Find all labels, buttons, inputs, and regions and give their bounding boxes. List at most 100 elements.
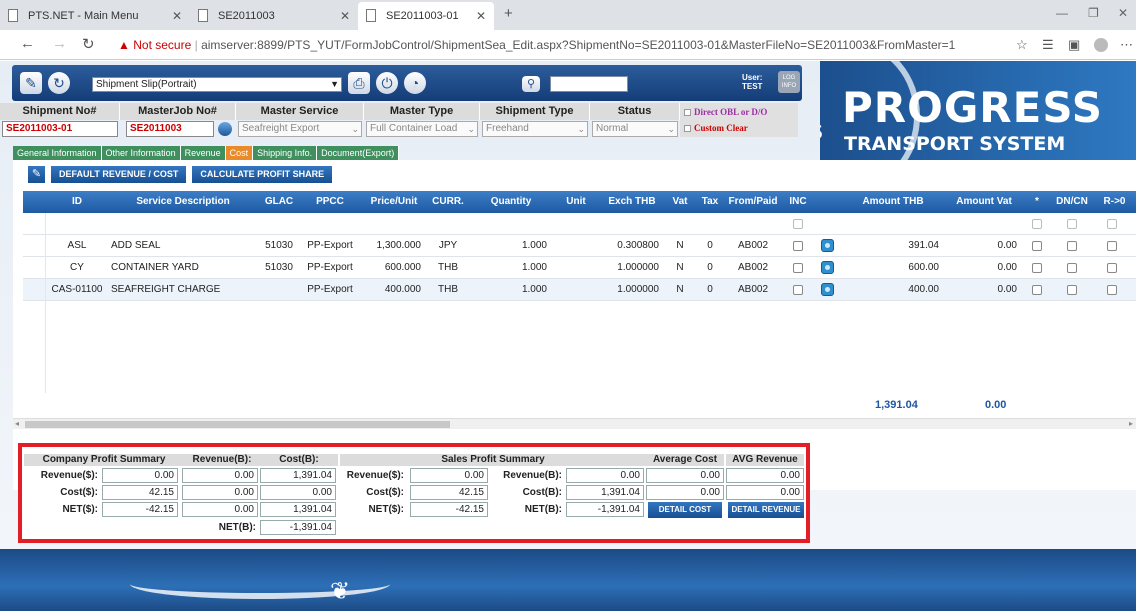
shipment-type-select[interactable]: Freehand ⌄ xyxy=(482,121,588,137)
restore-icon[interactable]: ❐ xyxy=(1088,6,1099,20)
minimize-icon[interactable]: — xyxy=(1056,6,1068,20)
horizontal-scrollbar[interactable]: ◂ ▸ xyxy=(13,418,1136,429)
tab-shipping-info[interactable]: Shipping Info. xyxy=(253,146,318,160)
company-revenue-b-field[interactable]: 0.00 xyxy=(182,468,258,483)
inc-checkbox[interactable] xyxy=(793,263,803,273)
browser-tab-se2011003-01[interactable]: SE2011003-01 ✕ xyxy=(358,2,494,30)
company-cost-b-field-2[interactable]: 0.00 xyxy=(182,485,258,500)
detail-circle-icon[interactable] xyxy=(821,283,834,296)
col-amount-vat[interactable]: Amount Vat xyxy=(945,191,1023,213)
table-row[interactable]: ASL ADD SEAL 51030 PP-Export 1,300.000 J… xyxy=(23,235,1136,257)
detail-revenue-button[interactable]: DETAIL REVENUE xyxy=(728,502,804,518)
filter-inc-checkbox[interactable] xyxy=(793,219,803,229)
close-icon[interactable]: ✕ xyxy=(340,2,350,30)
col-id[interactable]: ID xyxy=(47,191,107,213)
forward-icon[interactable]: → xyxy=(52,35,67,52)
col-dn-cn[interactable]: DN/CN xyxy=(1051,191,1093,213)
log-info-button[interactable]: LOG INFO xyxy=(778,71,800,93)
scroll-right-icon[interactable]: ▸ xyxy=(1129,419,1133,428)
close-icon[interactable]: ✕ xyxy=(172,2,182,30)
browser-tab-main-menu[interactable]: PTS.NET - Main Menu ✕ xyxy=(0,2,190,30)
url-field[interactable]: ▲ Not secure | aimserver:8899/PTS_YUT/Fo… xyxy=(118,35,955,55)
sales-revenue-b-field[interactable]: 0.00 xyxy=(566,468,644,483)
dncn-checkbox[interactable] xyxy=(1067,263,1077,273)
tab-revenue[interactable]: Revenue xyxy=(180,146,226,160)
company-cost-s-field[interactable]: 42.15 xyxy=(102,485,178,500)
tab-document-export[interactable]: Document(Export) xyxy=(317,146,400,160)
table-row[interactable]: CY CONTAINER YARD 51030 PP-Export 600.00… xyxy=(23,257,1136,279)
table-row[interactable]: CAS-01100 SEAFREIGHT CHARGE PP-Export 40… xyxy=(23,279,1136,301)
average-cost-field-1[interactable]: 0.00 xyxy=(646,468,724,483)
profile-avatar[interactable] xyxy=(1094,38,1108,52)
status-select[interactable]: Normal ⌄ xyxy=(592,121,678,137)
checkbox-box[interactable] xyxy=(684,125,691,133)
col-amount-thb[interactable]: Amount THB xyxy=(841,191,945,213)
sales-revenue-s-field[interactable]: 0.00 xyxy=(410,468,488,483)
default-revenue-cost-button[interactable]: DEFAULT REVENUE / COST xyxy=(51,166,187,183)
direct-obl-checkbox[interactable]: Direct OBL or D/O xyxy=(684,107,767,117)
scrollbar-thumb[interactable] xyxy=(25,421,450,428)
close-icon[interactable]: ✕ xyxy=(476,2,486,30)
collections-icon[interactable]: ▣ xyxy=(1068,37,1080,53)
edit-pencil-icon[interactable]: ✎ xyxy=(28,166,45,183)
avg-revenue-field-2[interactable]: 0.00 xyxy=(726,485,804,500)
power-icon[interactable]: ⏻ xyxy=(376,72,398,94)
custom-clear-checkbox[interactable]: Custom Clear xyxy=(684,123,748,133)
r0-checkbox[interactable] xyxy=(1107,263,1117,273)
sales-cost-b-field[interactable]: 1,391.04 xyxy=(566,485,644,500)
print-icon[interactable]: ⎙ xyxy=(348,72,370,94)
company-cost-b-field-1[interactable]: 1,391.04 xyxy=(260,468,336,483)
masterjob-no-field[interactable]: SE2011003 xyxy=(126,121,214,137)
col-service-description[interactable]: Service Description xyxy=(107,191,259,213)
calculate-profit-share-button[interactable]: CALCULATE PROFIT SHARE xyxy=(192,166,333,183)
tab-general-information[interactable]: General Information xyxy=(13,146,102,160)
refresh-icon[interactable]: ↻ xyxy=(82,35,95,53)
col-r-to-0[interactable]: R->0 xyxy=(1093,191,1136,213)
detail-circle-icon[interactable] xyxy=(821,261,834,274)
avg-revenue-field-1[interactable]: 0.00 xyxy=(726,468,804,483)
col-star[interactable]: * xyxy=(1023,191,1051,213)
edit-pencil-icon[interactable]: ✎ xyxy=(20,72,42,94)
star-checkbox[interactable] xyxy=(1032,285,1042,295)
tab-other-information[interactable]: Other Information xyxy=(101,146,181,160)
dashboard-icon[interactable]: ◔ xyxy=(404,72,426,94)
r0-checkbox[interactable] xyxy=(1107,285,1117,295)
col-unit[interactable]: Unit xyxy=(553,191,599,213)
favorite-star-icon[interactable]: ☆ xyxy=(1016,37,1028,53)
refresh-circle-icon[interactable]: ↻ xyxy=(48,72,70,94)
print-slip-select[interactable]: Shipment Slip(Portrait) ▼ xyxy=(92,77,342,92)
col-glac[interactable]: GLAC xyxy=(259,191,299,213)
company-revenue-s-field[interactable]: 0.00 xyxy=(102,468,178,483)
col-quantity[interactable]: Quantity xyxy=(469,191,553,213)
r0-checkbox[interactable] xyxy=(1107,241,1117,251)
col-price-unit[interactable]: Price/Unit xyxy=(361,191,427,213)
col-tax[interactable]: Tax xyxy=(695,191,725,213)
sales-net-s-field[interactable]: -42.15 xyxy=(410,502,488,517)
col-from-paid[interactable]: From/Paid xyxy=(725,191,781,213)
shipment-no-field[interactable]: SE2011003-01 xyxy=(2,121,118,137)
favorites-list-icon[interactable]: ☰ xyxy=(1042,37,1054,53)
star-checkbox[interactable] xyxy=(1032,263,1042,273)
col-curr[interactable]: CURR. xyxy=(427,191,469,213)
company-net-b-total-field[interactable]: -1,391.04 xyxy=(260,520,336,535)
col-inc[interactable]: INC xyxy=(781,191,815,213)
open-master-icon[interactable] xyxy=(218,122,232,136)
col-exch-thb[interactable]: Exch THB xyxy=(599,191,665,213)
dncn-checkbox[interactable] xyxy=(1067,241,1077,251)
inc-checkbox[interactable] xyxy=(793,241,803,251)
detail-cost-button[interactable]: DETAIL COST xyxy=(648,502,722,518)
col-ppcc[interactable]: PPCC xyxy=(299,191,361,213)
master-type-select[interactable]: Full Container Load ⌄ xyxy=(366,121,478,137)
more-icon[interactable]: ⋯ xyxy=(1120,37,1133,53)
search-input[interactable] xyxy=(550,76,628,92)
back-icon[interactable]: ← xyxy=(20,35,35,52)
filter-star-checkbox[interactable] xyxy=(1032,219,1042,229)
company-net-b-field-2[interactable]: 1,391.04 xyxy=(260,502,336,517)
filter-r0-checkbox[interactable] xyxy=(1107,219,1117,229)
sales-cost-s-field[interactable]: 42.15 xyxy=(410,485,488,500)
sales-net-b-field[interactable]: -1,391.04 xyxy=(566,502,644,517)
tab-cost[interactable]: Cost xyxy=(225,146,254,160)
new-tab-icon[interactable]: + xyxy=(504,5,513,22)
company-cost-b-field-3[interactable]: 0.00 xyxy=(260,485,336,500)
scroll-left-icon[interactable]: ◂ xyxy=(15,419,19,428)
